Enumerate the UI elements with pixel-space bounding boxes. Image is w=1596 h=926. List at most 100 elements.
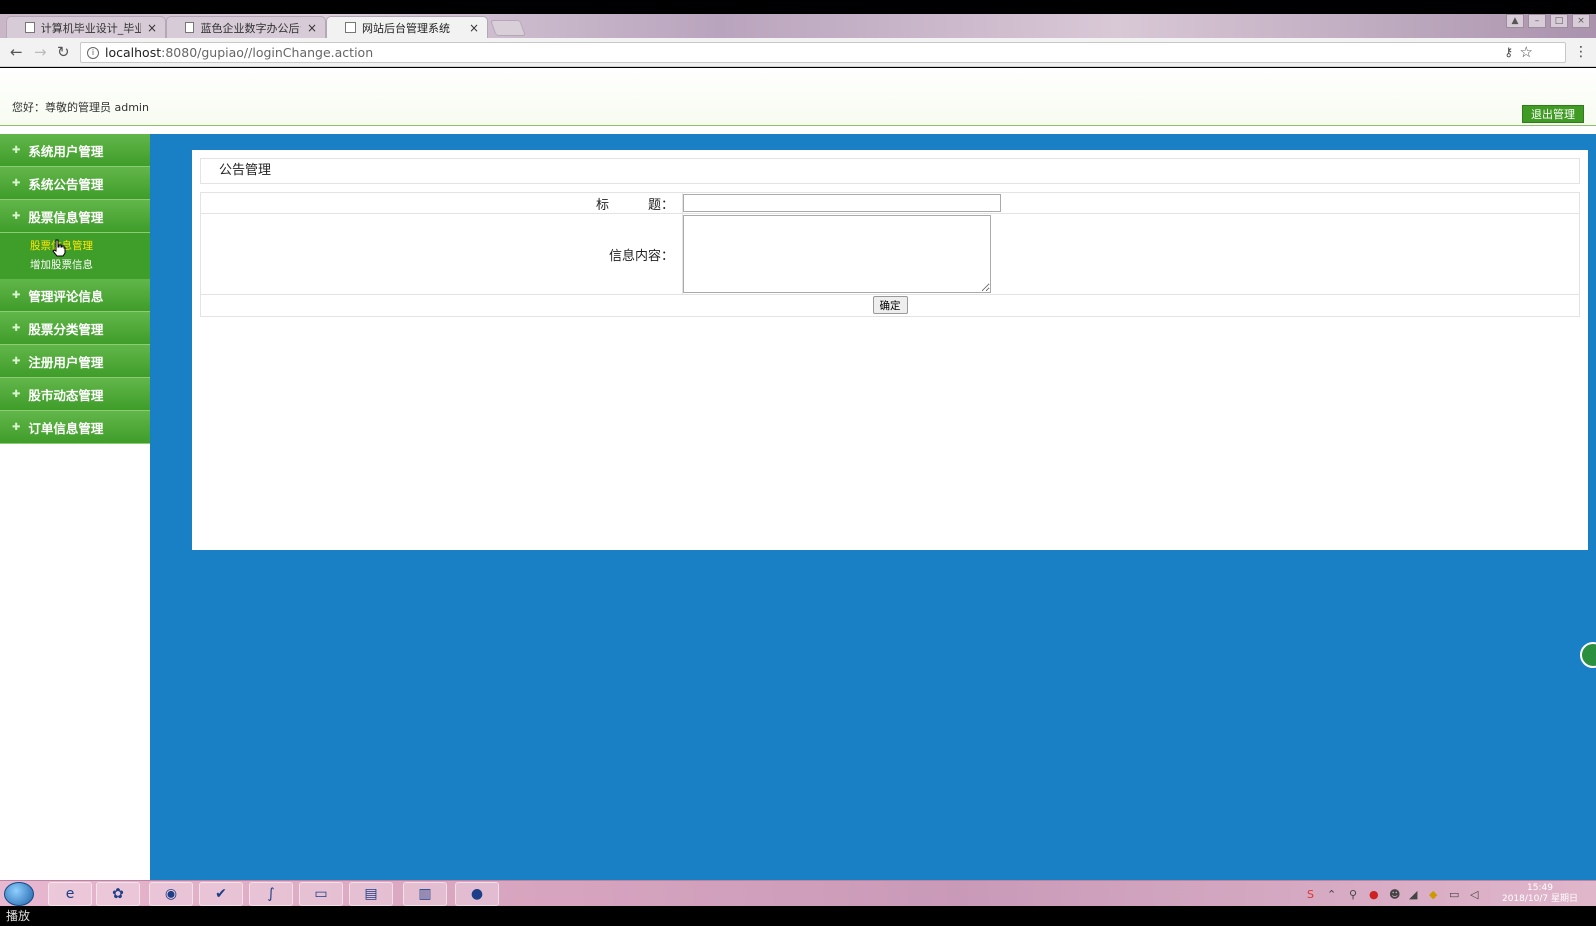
app-icon[interactable]: ✿ — [96, 882, 140, 906]
forward-icon[interactable]: → — [34, 43, 47, 61]
tray-arrow-icon[interactable]: ⌃ — [1327, 888, 1336, 901]
submenu-item-stock-manage[interactable]: 股票信息管理 — [30, 237, 150, 256]
floating-widget-icon[interactable] — [1580, 642, 1596, 668]
logout-button[interactable]: 退出管理 — [1522, 105, 1584, 123]
sidebar-item-stock-info[interactable]: ✚ 股票信息管理 — [0, 200, 150, 233]
browser-tab-bar: 计算机毕业设计_毕业设 × 蓝色企业数字办公后台管 × 网站后台管理系统 × ▲… — [0, 14, 1596, 38]
sidebar-menu: ✚ 系统用户管理 ✚ 系统公告管理 ✚ 股票信息管理 股票信息管理 增加股票信息 ✚ 管… — [0, 134, 150, 444]
sidebar-item-stock-categories[interactable]: ✚ 股票分类管理 — [0, 312, 150, 345]
ime-icon[interactable]: S — [1307, 888, 1314, 901]
sidebar-item-label: 系统公告管理 — [28, 176, 104, 192]
announcement-panel: 公告管理 标 题： 信息内容： 确定 — [192, 150, 1588, 550]
submit-button[interactable]: 确定 — [872, 296, 908, 314]
tab-0[interactable]: 计算机毕业设计_毕业设 × — [6, 16, 166, 38]
plus-icon: ✚ — [12, 210, 21, 222]
user-icon[interactable]: ▲ — [1506, 14, 1524, 28]
chart-icon[interactable]: ▥ — [403, 882, 447, 906]
qq-icon[interactable]: ☻ — [1389, 888, 1400, 901]
display-icon[interactable]: ▭ — [1449, 888, 1459, 901]
content-cell — [682, 213, 1580, 295]
tab-close-icon[interactable]: × — [307, 21, 317, 35]
tab-title: 蓝色企业数字办公后台管 — [200, 21, 300, 35]
reload-icon[interactable]: ↻ — [57, 43, 70, 61]
browser-toolbar: ← → ↻ i localhost:8080/gupiao//loginChan… — [0, 38, 1596, 67]
stock-submenu: 股票信息管理 增加股票信息 — [0, 233, 150, 279]
usb-icon[interactable]: ⚲ — [1349, 888, 1357, 901]
volume-icon[interactable]: ◁ — [1470, 888, 1478, 901]
plus-icon: ✚ — [12, 289, 21, 301]
tab-close-icon[interactable]: × — [469, 21, 479, 35]
sidebar-item-market-news[interactable]: ✚ 股市动态管理 — [0, 378, 150, 411]
network-icon[interactable]: ◢ — [1409, 888, 1417, 901]
sidebar-item-label: 订单信息管理 — [28, 420, 104, 436]
greeting-text: 您好：尊敬的管理员 admin — [12, 101, 149, 114]
clock-date: 2018/10/7 星期日 — [1501, 894, 1578, 904]
antivirus-icon[interactable]: ● — [1369, 888, 1379, 901]
plus-icon: ✚ — [12, 322, 21, 334]
sidebar-item-label: 系统用户管理 — [28, 143, 104, 159]
sidebar-item-registered-users[interactable]: ✚ 注册用户管理 — [0, 345, 150, 378]
form-row-title: 标 题： — [200, 192, 1580, 214]
form-row-submit: 确定 — [200, 294, 1580, 317]
sidebar-item-announcements[interactable]: ✚ 系统公告管理 — [0, 167, 150, 200]
panel-title: 公告管理 — [200, 158, 1580, 184]
system-clock[interactable]: 15:49 2018/10/7 星期日 — [1502, 883, 1578, 905]
back-icon[interactable]: ← — [10, 43, 23, 61]
sidebar-item-label: 注册用户管理 — [28, 354, 104, 370]
media-icon[interactable]: ● — [455, 882, 499, 906]
sidebar-item-comments[interactable]: ✚ 管理评论信息 — [0, 279, 150, 312]
title-input[interactable] — [683, 194, 1001, 212]
minimize-icon[interactable]: – — [1528, 14, 1546, 28]
title-cell — [682, 192, 1580, 214]
hand-cursor-icon — [52, 239, 66, 257]
web-page: 您好：尊敬的管理员 admin 退出管理 ✚ 系统用户管理 ✚ 系统公告管理 ✚ 股票… — [0, 68, 1596, 880]
address-bar[interactable]: i localhost:8080/gupiao//loginChange.act… — [80, 42, 1566, 63]
security-icon[interactable]: ◆ — [1429, 888, 1437, 901]
favicon-icon — [185, 22, 195, 33]
tool-icon[interactable]: ✔ — [199, 882, 243, 906]
url-host: localhost — [105, 45, 162, 60]
announcement-form: 标 题： 信息内容： 确定 — [200, 192, 1580, 317]
sidebar-item-label: 股市动态管理 — [28, 387, 104, 403]
new-tab-button[interactable] — [490, 20, 526, 36]
favicon-icon — [25, 22, 35, 33]
sidebar-item-orders[interactable]: ✚ 订单信息管理 — [0, 411, 150, 444]
tab-title: 网站后台管理系统 — [362, 21, 450, 35]
tab-close-icon[interactable]: × — [147, 21, 157, 35]
form-row-content: 信息内容： — [200, 213, 1580, 295]
maximize-icon[interactable]: □ — [1550, 14, 1568, 28]
sidebar-item-label: 管理评论信息 — [28, 288, 104, 304]
plus-icon: ✚ — [12, 177, 21, 189]
page-header: 您好：尊敬的管理员 admin 退出管理 — [0, 68, 1596, 126]
tab-2[interactable]: 网站后台管理系统 × — [326, 16, 488, 38]
sidebar-item-system-users[interactable]: ✚ 系统用户管理 — [0, 134, 150, 167]
plus-icon: ✚ — [12, 144, 21, 156]
taskbar: e ✿ ◉ ✔ ∫ ▭ ▤ ▥ ● S ⌃ ⚲ ● ☻ ◢ ◆ ▭ ◁ 15:4… — [0, 880, 1596, 906]
key-icon[interactable]: ⚷ — [1504, 45, 1513, 59]
browser-menu-icon[interactable]: ⋮ — [1574, 44, 1588, 60]
eclipse-icon[interactable]: ∫ — [249, 882, 293, 906]
tab-title: 计算机毕业设计_毕业设 — [40, 21, 141, 35]
content-textarea[interactable] — [683, 215, 991, 293]
close-window-icon[interactable]: × — [1572, 14, 1590, 28]
folder-icon[interactable]: ▤ — [349, 882, 393, 906]
chrome-icon[interactable]: ◉ — [149, 882, 193, 906]
title-label: 标 题： — [200, 192, 683, 214]
notepad-icon[interactable]: ▭ — [299, 882, 343, 906]
tab-1[interactable]: 蓝色企业数字办公后台管 × — [166, 16, 326, 38]
status-caption: 播放 — [0, 906, 1596, 926]
start-button-icon[interactable] — [4, 882, 34, 906]
plus-icon: ✚ — [12, 421, 21, 433]
info-icon[interactable]: i — [87, 46, 99, 59]
favicon-icon — [345, 22, 356, 33]
clock-time: 15:49 — [1527, 883, 1553, 893]
sidebar-item-label: 股票分类管理 — [28, 321, 104, 337]
submenu-item-add-stock[interactable]: 增加股票信息 — [30, 256, 150, 275]
window-controls: ▲ – □ × — [1506, 14, 1590, 28]
plus-icon: ✚ — [12, 355, 21, 367]
content-label: 信息内容： — [200, 213, 683, 295]
submit-cell: 确定 — [200, 294, 1580, 317]
sidebar-item-label: 股票信息管理 — [28, 209, 104, 225]
ie-icon[interactable]: e — [48, 882, 92, 906]
bookmark-star-icon[interactable]: ☆ — [1520, 43, 1533, 61]
